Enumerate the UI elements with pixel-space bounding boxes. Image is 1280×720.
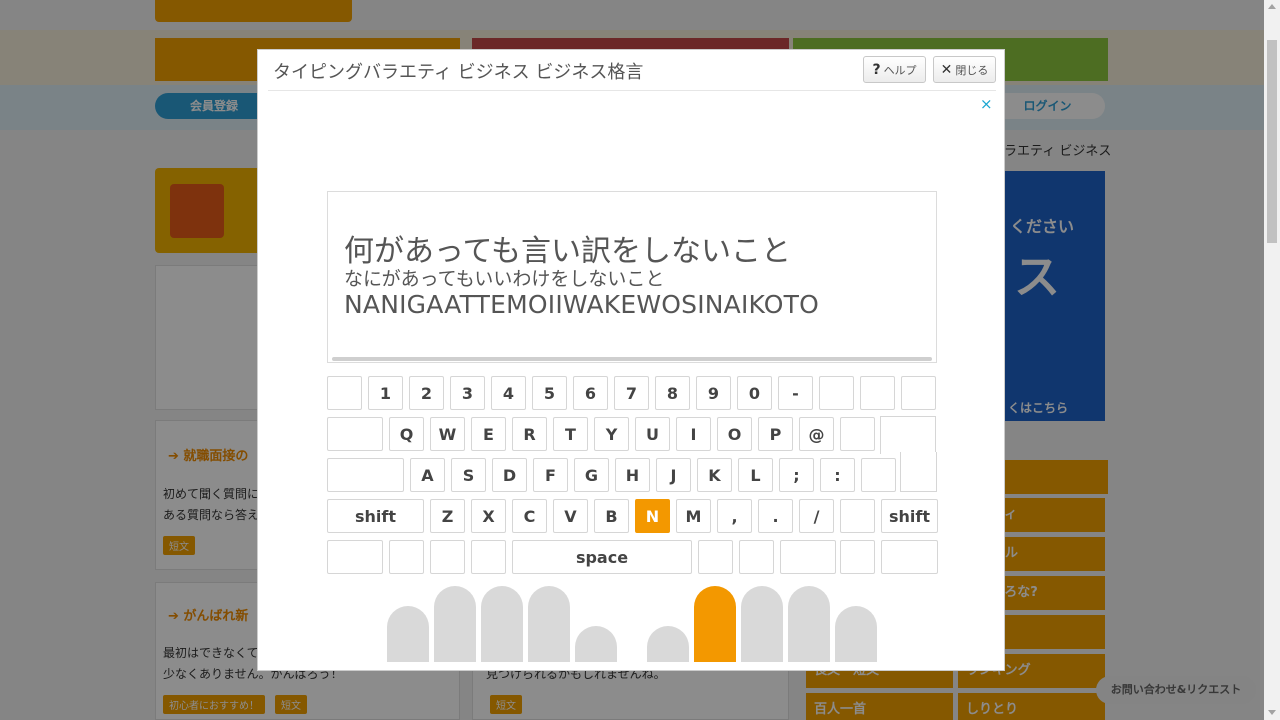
key-enter-lower	[900, 452, 937, 492]
key-9: 9	[696, 376, 731, 410]
key-blank	[327, 458, 404, 492]
key-j: J	[656, 458, 691, 492]
key-symbol: :	[820, 458, 855, 492]
key-2: 2	[409, 376, 444, 410]
key-r: R	[512, 417, 547, 451]
close-button[interactable]: ✕ 閉じる	[933, 56, 996, 83]
key-blank	[389, 540, 424, 574]
key-symbol: .	[758, 499, 793, 533]
key-blank	[430, 540, 465, 574]
finger-right-middle	[741, 586, 783, 662]
key-blank	[860, 376, 895, 410]
key-6: 6	[573, 376, 608, 410]
key-h: H	[615, 458, 650, 492]
key-f: F	[533, 458, 568, 492]
finger-left-index	[528, 586, 570, 662]
key-shift-left: shift	[327, 499, 424, 533]
key-i: I	[676, 417, 711, 451]
key-blank	[698, 540, 733, 574]
question-display: 何があっても言い訳をしないこと なにがあってもいいわけをしないこと NANIGA…	[327, 191, 937, 363]
key-c: C	[512, 499, 547, 533]
key-l: L	[738, 458, 773, 492]
key-e: E	[471, 417, 506, 451]
finger-left-thumb	[575, 626, 617, 662]
question-mark-icon: ?	[872, 61, 881, 78]
key-blank	[471, 540, 506, 574]
key-symbol: -	[778, 376, 813, 410]
key-blank	[739, 540, 774, 574]
scroll-down-arrow-icon[interactable]	[1268, 710, 1276, 715]
key-blank	[861, 458, 896, 492]
ad-close-icon[interactable]: ×	[980, 95, 993, 113]
modal-title: タイピングバラエティ ビジネス ビジネス格言	[273, 62, 644, 83]
scroll-up-arrow-icon[interactable]	[1268, 4, 1276, 9]
finger-right-pinky	[835, 606, 877, 662]
key-b: B	[594, 499, 629, 533]
key-enter	[880, 416, 936, 454]
key-z: Z	[430, 499, 465, 533]
key-1: 1	[368, 376, 403, 410]
finger-left-ring	[434, 586, 476, 662]
key-blank	[881, 540, 938, 574]
key-u: U	[635, 417, 670, 451]
key-blank	[327, 376, 362, 410]
key-7: 7	[614, 376, 649, 410]
key-8: 8	[655, 376, 690, 410]
key-5: 5	[532, 376, 567, 410]
key-x: X	[471, 499, 506, 533]
key-k: K	[697, 458, 732, 492]
key-3: 3	[450, 376, 485, 410]
key-y: Y	[594, 417, 629, 451]
scrollbar-thumb[interactable]	[1267, 40, 1277, 243]
key-4: 4	[491, 376, 526, 410]
key-d: D	[492, 458, 527, 492]
key-n-highlighted: N	[635, 499, 670, 533]
help-button[interactable]: ? ヘルプ	[863, 56, 926, 83]
key-q: Q	[389, 417, 424, 451]
close-button-label: 閉じる	[955, 63, 989, 77]
question-kana: なにがあってもいいわけをしないこと	[344, 268, 665, 290]
key-blank	[327, 540, 383, 574]
key-m: M	[676, 499, 711, 533]
finger-left-pinky	[387, 606, 429, 662]
close-icon: ✕	[940, 61, 953, 78]
key-v: V	[553, 499, 588, 533]
question-romaji: NANIGAATTEMOIIWAKEWOSINAIKOTO	[344, 290, 820, 319]
key-w: W	[430, 417, 465, 451]
key-blank	[327, 417, 383, 451]
key-o: O	[717, 417, 752, 451]
finger-right-ring	[788, 586, 830, 662]
finger-right-index	[694, 586, 736, 662]
key-blank	[901, 376, 936, 410]
key-blank	[840, 499, 875, 533]
key-t: T	[553, 417, 588, 451]
key-s: S	[451, 458, 486, 492]
key-symbol: @	[799, 417, 834, 451]
key-space: space	[512, 540, 692, 574]
key-blank	[819, 376, 854, 410]
key-a: A	[410, 458, 445, 492]
typing-progress-bar	[332, 357, 932, 361]
header-divider	[268, 90, 996, 91]
finger-left-middle	[481, 586, 523, 662]
finger-right-thumb	[647, 626, 689, 662]
key-0: 0	[737, 376, 772, 410]
key-g: G	[574, 458, 609, 492]
key-blank	[840, 417, 875, 451]
key-shift-right: shift	[881, 499, 938, 533]
key-symbol: ;	[779, 458, 814, 492]
key-symbol: ,	[717, 499, 752, 533]
key-symbol: /	[799, 499, 834, 533]
typing-game-modal: タイピングバラエティ ビジネス ビジネス格言 ? ヘルプ ✕ 閉じる × 何があ…	[257, 49, 1005, 671]
key-blank	[840, 540, 875, 574]
help-button-label: ヘルプ	[883, 63, 917, 77]
key-blank	[780, 540, 836, 574]
page-scrollbar[interactable]	[1264, 0, 1280, 720]
key-p: P	[758, 417, 793, 451]
